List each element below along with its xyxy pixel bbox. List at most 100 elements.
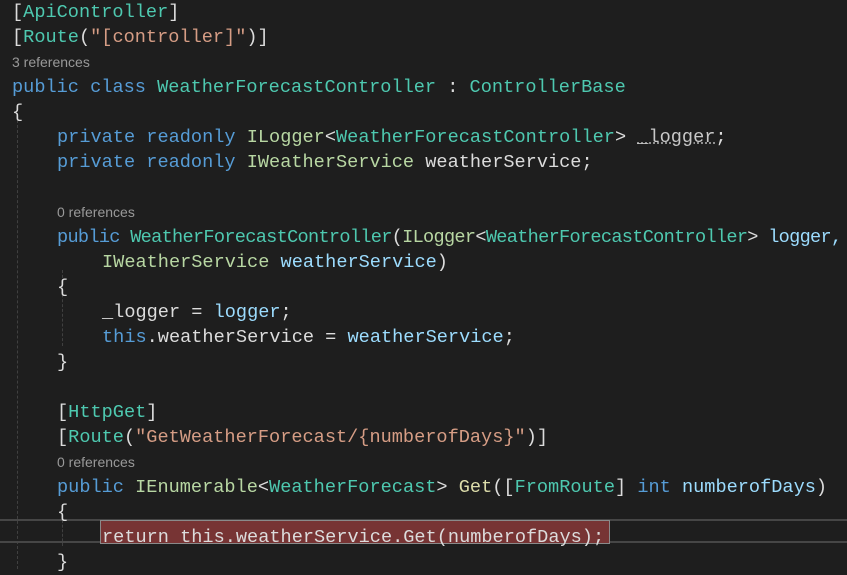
code-token: ApiController [23, 2, 169, 23]
code-token: _logger [637, 127, 716, 148]
code-token: < [324, 127, 336, 148]
code-token: WeatherForecastController [485, 227, 748, 248]
code-token: _logger = [102, 302, 214, 323]
code-token: < [257, 477, 270, 498]
code-line: this.weatherService = weatherService; [102, 325, 515, 350]
code-lens-references[interactable]: 0 references [57, 450, 135, 475]
code-token: readonly [146, 152, 236, 173]
code-lens-references[interactable]: 0 references [57, 200, 135, 225]
code-token: ] [168, 2, 180, 23]
code-token: WeatherForecastController [130, 227, 392, 248]
code-token: { [57, 277, 69, 298]
code-token: > [747, 227, 769, 248]
code-token: private [57, 152, 136, 173]
code-token: Route [23, 27, 79, 48]
code-token: weatherService; [414, 152, 593, 173]
code-token: readonly [146, 127, 236, 148]
code-token: WeatherForecastController [157, 77, 437, 98]
code-token: logger [213, 302, 281, 323]
code-token: private [57, 127, 136, 148]
code-token: ; [503, 327, 515, 348]
code-token: : [436, 77, 470, 98]
code-line: private readonly IWeatherService weather… [57, 150, 593, 175]
code-token: [ [12, 2, 24, 23]
code-line: } [57, 350, 68, 375]
code-token: } [57, 352, 69, 373]
code-line: public WeatherForecastController(ILogger… [57, 225, 842, 250]
code-token: "GetWeatherForecast/{numberofDays}" [135, 427, 526, 448]
code-token: public [57, 477, 124, 498]
code-line: private readonly ILogger<WeatherForecast… [57, 125, 727, 150]
code-line: public class WeatherForecastController :… [12, 75, 626, 100]
indent-guide [17, 120, 18, 569]
code-line: return this.weatherService.Get(numberofD… [102, 525, 604, 550]
code-token: ( [78, 27, 91, 48]
code-line: { [12, 100, 23, 125]
code-lens-references[interactable]: 3 references [12, 50, 90, 75]
code-token: ControllerBase [469, 77, 626, 98]
code-token: numberofDays [681, 477, 816, 498]
code-token: public [57, 227, 120, 248]
code-token: [ [57, 402, 69, 423]
code-line: public IEnumerable<WeatherForecast> Get(… [57, 475, 827, 500]
code-token: ; [280, 302, 292, 323]
code-token: ] [615, 477, 638, 498]
code-token: IWeatherService [102, 252, 270, 273]
code-token: ILogger [402, 227, 476, 248]
code-token: ; [715, 127, 727, 148]
code-token: )] [246, 27, 269, 48]
code-token: { [12, 102, 24, 123]
code-line: [Route("GetWeatherForecast/{numberofDays… [57, 425, 548, 450]
code-token: "[controller]" [90, 27, 247, 48]
code-token: logger, [768, 227, 842, 248]
code-token: FromRoute [514, 477, 615, 498]
code-token: return [102, 527, 169, 548]
code-token: WeatherForecastController [336, 127, 615, 148]
code-line: [HttpGet] [57, 400, 157, 425]
code-token: { [57, 502, 69, 523]
code-token: < [475, 227, 486, 248]
code-token: > [436, 477, 459, 498]
code-token: Route [68, 427, 124, 448]
code-token: weatherService [347, 327, 504, 348]
code-token: WeatherForecast [269, 477, 437, 498]
code-token: ) [815, 477, 828, 498]
code-token: } [57, 552, 69, 573]
code-token: ] [146, 402, 158, 423]
code-line: { [57, 500, 68, 525]
code-line: [Route("[controller]")] [12, 25, 269, 50]
code-token: ( [123, 427, 136, 448]
code-token: ([ [492, 477, 515, 498]
code-token: class [90, 77, 146, 98]
code-token: ILogger [246, 127, 325, 148]
code-token: IEnumerable [135, 477, 258, 498]
code-token: )] [525, 427, 549, 448]
code-token: HttpGet [68, 402, 147, 423]
code-token: this [102, 327, 147, 348]
code-line: { [57, 275, 68, 300]
code-token: weatherService [280, 252, 437, 273]
code-token: > [614, 127, 638, 148]
code-token: IWeatherService [246, 152, 415, 173]
code-line: IWeatherService weatherService) [102, 250, 448, 275]
code-editor[interactable]: [ApiController] [Route("[controller]")] 3 … [0, 0, 847, 573]
code-token: .weatherService = [146, 327, 348, 348]
code-token: ( [391, 227, 403, 248]
code-token: int [637, 477, 671, 498]
code-token: this.weatherService.Get(numberofDays); [168, 527, 605, 548]
code-line: _logger = logger; [102, 300, 292, 325]
code-token: [ [12, 27, 24, 48]
code-token: ) [436, 252, 448, 273]
code-token: [ [57, 427, 69, 448]
code-token: Get [458, 477, 493, 498]
